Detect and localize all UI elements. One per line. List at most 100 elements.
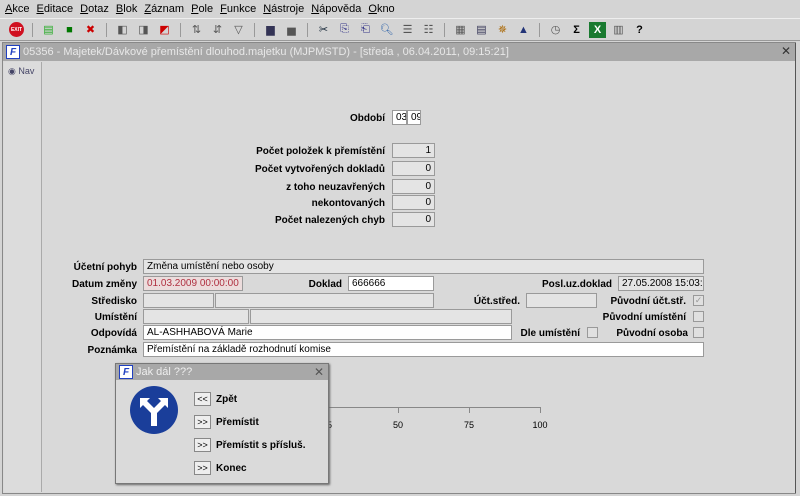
period-label: Období [350,113,385,124]
separator [444,22,445,37]
dle-umisteni-label: Dle umístění [520,328,580,339]
find-icon[interactable]: 🔍︎ [378,22,395,38]
count-label: Počet položek k přemístění [256,146,385,157]
save-icon[interactable]: ■ [61,22,78,38]
progress-tick [540,407,541,413]
filter-icon[interactable]: ▽ [230,22,247,38]
progress-tick [469,407,470,413]
cut-icon[interactable]: ✂ [315,22,332,38]
nav-icon[interactable]: ◉ [8,66,16,76]
dle-umisteni-checkbox[interactable] [587,327,598,338]
settings-icon[interactable]: ✵ [494,22,511,38]
close-icon[interactable]: ✕ [314,365,324,379]
umisteni-label: Umístění [94,312,137,323]
odpovida-label: Odpovídá [90,328,137,339]
poznamka-field[interactable]: Přemístění na základě rozhodnutí komise [143,342,704,357]
app-logo-icon: F [6,45,20,59]
nav-label[interactable]: Nav [18,66,34,76]
menu-akce[interactable]: Akce [5,3,29,15]
konec-button[interactable]: >> Konec [194,461,305,475]
toolbar: EXIT ▤ ■ ✖ ◧ ◨ ◩ ⇅ ⇵ ▽ ▆ ▅ ✂ ⎘ ⎗ 🔍︎ ☰ ☷ … [0,18,800,41]
count-label: z toho neuzavřených [286,182,385,193]
stredisko-name-field [215,293,434,308]
list-icon[interactable]: ☰ [399,22,416,38]
nav-panel: ◉ Nav [4,62,42,492]
menu-editace[interactable]: Editace [36,3,73,15]
poznamka-label: Poznámka [87,345,137,356]
umisteni-name-field [250,309,512,324]
progress-tick-label: 50 [392,420,403,430]
progress-tick-label: 100 [532,420,548,430]
fork-arrow-icon [130,386,178,434]
count-value: 0 [392,212,435,227]
stredisko-code-field[interactable] [143,293,214,308]
umisteni-code-field[interactable] [143,309,249,324]
app-logo-icon: F [119,365,133,379]
count-value: 1 [392,143,435,158]
excel-icon[interactable]: X [589,21,606,38]
puvodni-osoba-label: Původní osoba [616,328,688,339]
separator [539,22,540,37]
menu-nastroje[interactable]: Nástroje [263,3,304,15]
count-value: 0 [392,195,435,210]
print-setup-icon[interactable]: ▅ [283,22,300,38]
dialog-title-bar: F Jak dál ??? ✕ [116,364,328,380]
menu-bar: Akce Editace Dotaz Blok Záznam Pole Funk… [0,0,800,18]
print-icon[interactable]: ▆ [262,22,279,38]
stredisko-label: Středisko [91,296,137,307]
puvodni-osoba-checkbox[interactable] [693,327,704,338]
ucetni-pohyb-field[interactable]: Změna umístění nebo osoby [143,259,704,274]
menu-pole[interactable]: Pole [191,3,213,15]
datum-zmeny-label: Datum změny [71,279,137,290]
dialog-title: Jak dál ??? [136,366,193,378]
jak-dal-dialog: F Jak dál ??? ✕ << Zpět >> Přemístit >> Pře… [115,363,329,484]
count-label: Počet nalezených chyb [274,215,385,226]
separator [307,22,308,37]
separator [180,22,181,37]
query-icon[interactable]: ◧ [114,22,131,38]
sort-asc-icon[interactable]: ⇅ [188,22,205,38]
count-value: 0 [392,179,435,194]
doklad-field[interactable]: 666666 [348,276,434,291]
premistit-button[interactable]: >> Přemístit [194,415,305,429]
menu-dotaz[interactable]: Dotaz [80,3,109,15]
copy-icon[interactable]: ⎘ [336,22,353,38]
calculator-icon[interactable]: ▦ [452,22,469,38]
premistit-s-prislus-button[interactable]: >> Přemístit s přísluš. [194,438,305,452]
uct-stred-field[interactable] [526,293,597,308]
window-title-bar: F 05356 - Majetek/Dávkové přemístění dlo… [3,43,795,61]
period-month-field[interactable]: 03 [392,110,407,125]
zpet-button[interactable]: << Zpět [194,392,305,406]
menu-napoveda[interactable]: Nápověda [311,3,361,15]
sort-desc-icon[interactable]: ⇵ [209,22,226,38]
posl-uz-doklad-label: Posl.uz.doklad [541,279,612,290]
close-icon[interactable]: ✕ [781,44,791,58]
exit-icon[interactable]: EXIT [8,22,25,38]
period-year-field[interactable]: 09 [407,110,421,125]
export-icon[interactable]: ▤ [473,22,490,38]
odpovida-field[interactable]: AL-ASHHABOVÁ Marie [143,325,512,340]
delete-record-icon[interactable]: ✖ [82,22,99,38]
count-value: 0 [392,161,435,176]
warning-icon[interactable]: ▲ [515,22,532,38]
execute-query-icon[interactable]: ◨ [135,22,152,38]
datum-zmeny-field[interactable]: 01.03.2009 00:00:00 [143,276,243,291]
menu-zaznam[interactable]: Záznam [144,3,184,15]
columns-icon[interactable]: ☷ [420,22,437,38]
progress-tick [398,407,399,413]
sum-icon[interactable]: Σ [568,22,585,38]
insert-record-icon[interactable]: ▤ [40,22,57,38]
puvodni-umisteni-checkbox[interactable] [693,311,704,322]
calendar-icon[interactable]: ▥ [610,22,627,38]
clock-icon[interactable]: ◷ [547,22,564,38]
uct-stred-label: Účt.střed. [473,296,520,307]
menu-okno[interactable]: Okno [368,3,394,15]
paste-icon[interactable]: ⎗ [357,22,374,38]
help-icon[interactable]: ? [631,22,648,38]
puvodni-umisteni-label: Původní umístění [602,312,686,323]
cancel-query-icon[interactable]: ◩ [156,22,173,38]
menu-blok[interactable]: Blok [116,3,137,15]
menu-funkce[interactable]: Funkce [220,3,256,15]
count-label: nekontovaných [311,198,385,209]
puvodni-uct-str-checkbox[interactable]: ✓ [693,295,704,306]
